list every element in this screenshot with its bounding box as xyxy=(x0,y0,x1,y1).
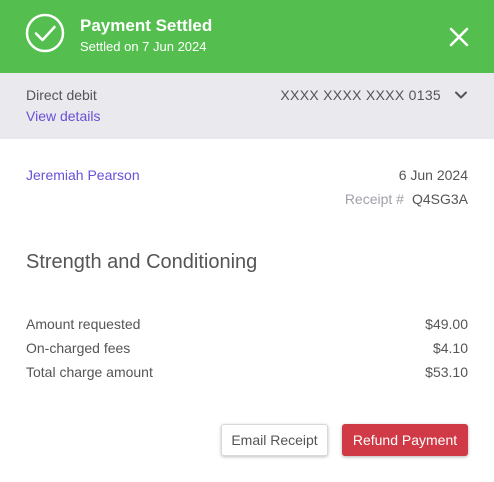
refund-payment-button[interactable]: Refund Payment xyxy=(342,424,468,456)
summary-label: Amount requested xyxy=(26,316,141,332)
summary-row: On-charged fees $4.10 xyxy=(26,340,468,364)
status-title: Payment Settled xyxy=(80,16,213,35)
charge-summary: Amount requested $49.00 On-charged fees … xyxy=(26,316,468,388)
summary-value: $49.00 xyxy=(425,316,468,332)
transaction-date: 6 Jun 2024 xyxy=(398,167,468,183)
chevron-down-icon[interactable] xyxy=(452,86,470,104)
payment-method-type: Direct debit xyxy=(26,87,97,103)
service-name: Strength and Conditioning xyxy=(26,251,258,273)
status-subtitle: Settled on 7 Jun 2024 xyxy=(80,39,207,54)
summary-value: $53.10 xyxy=(425,364,468,380)
customer-name-link[interactable]: Jeremiah Pearson xyxy=(26,167,140,183)
receipt-label: Receipt # xyxy=(344,191,404,207)
summary-label: Total charge amount xyxy=(26,364,153,380)
status-header: Payment Settled Settled on 7 Jun 2024 xyxy=(0,0,494,73)
summary-value: $4.10 xyxy=(432,340,468,356)
receipt-number: Receipt # Q4SG3A xyxy=(345,191,468,207)
summary-row: Amount requested $49.00 xyxy=(26,316,468,340)
check-circle-icon xyxy=(25,13,65,53)
masked-account-number: XXXX XXXX XXXX 0135 xyxy=(280,87,441,103)
receipt-value: Q4SG3A xyxy=(411,191,468,207)
email-receipt-button[interactable]: Email Receipt xyxy=(221,424,328,456)
summary-row: Total charge amount $53.10 xyxy=(26,364,468,388)
view-details-link[interactable]: View details xyxy=(26,108,100,124)
summary-label: On-charged fees xyxy=(26,340,131,356)
payment-method-bar: Direct debit View details XXXX XXXX XXXX… xyxy=(0,73,494,139)
close-icon[interactable] xyxy=(446,24,472,50)
